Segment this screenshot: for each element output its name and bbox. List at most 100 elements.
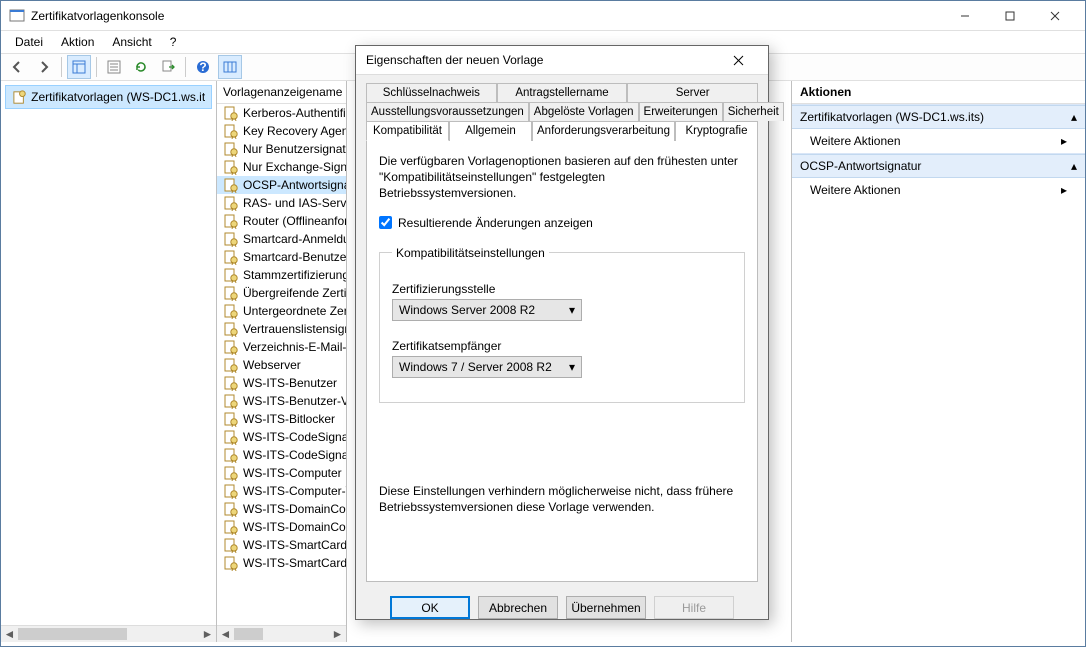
ca-select-value: Windows Server 2008 R2	[399, 303, 535, 317]
list-item-label: Vertrauenslistensign	[243, 322, 346, 336]
list-item[interactable]: Stammzertifizierung	[217, 266, 346, 284]
scroll-right-icon[interactable]: ►	[199, 626, 216, 642]
list-item[interactable]: Untergeordnete Zert	[217, 302, 346, 320]
menu-file[interactable]: Datei	[7, 33, 51, 51]
export-icon[interactable]	[156, 55, 180, 79]
list-item-label: Nur Benutzersignatu	[243, 142, 346, 156]
list-item[interactable]: Verzeichnis-E-Mail-R	[217, 338, 346, 356]
compat-footer-note: Diese Einstellungen verhindern möglicher…	[379, 483, 745, 515]
list-column-header[interactable]: Vorlagenanzeigename	[217, 81, 346, 104]
list-item[interactable]: OCSP-Antwortsignat	[217, 176, 346, 194]
list-item-label: WS-ITS-Bitlocker	[243, 412, 335, 426]
list-item[interactable]: WS-ITS-Computer	[217, 464, 346, 482]
dialog-close-button[interactable]	[718, 46, 758, 74]
recipient-label: Zertifikatsempfänger	[392, 339, 732, 353]
recipient-select[interactable]: Windows 7 / Server 2008 R2 ▾	[392, 356, 582, 378]
list-item[interactable]: WS-ITS-DomainCon	[217, 500, 346, 518]
show-changes-checkbox-input[interactable]	[379, 216, 392, 229]
list-item[interactable]: Key Recovery Agent	[217, 122, 346, 140]
cert-icon	[223, 303, 239, 319]
list-item[interactable]: WS-ITS-Benutzer	[217, 374, 346, 392]
menu-help[interactable]: ?	[162, 33, 185, 51]
list-item[interactable]: WS-ITS-Benutzer-V2	[217, 392, 346, 410]
apply-button[interactable]: Übernehmen	[566, 596, 646, 619]
refresh-icon[interactable]	[129, 55, 153, 79]
list-item[interactable]: Nur Exchange-Signa	[217, 158, 346, 176]
ok-button[interactable]: OK	[390, 596, 470, 619]
close-button[interactable]	[1032, 2, 1077, 30]
list-item[interactable]: WS-ITS-DomainCon	[217, 518, 346, 536]
window-title: Zertifikatvorlagenkonsole	[31, 9, 942, 23]
properties-dialog: Eigenschaften der neuen Vorlage Schlüsse…	[355, 45, 769, 620]
scroll-right-icon[interactable]: ►	[329, 626, 346, 642]
tab-server[interactable]: Server	[627, 83, 758, 102]
list-item[interactable]: WS-ITS-CodeSignatu	[217, 428, 346, 446]
toolbar-list-icon[interactable]	[102, 55, 126, 79]
toolbar-panes-icon[interactable]	[67, 55, 91, 79]
show-changes-checkbox[interactable]: Resultierende Änderungen anzeigen	[379, 216, 745, 230]
tab-antragstellername[interactable]: Antragstellername	[497, 83, 628, 102]
scroll-left-icon[interactable]: ◄	[1, 626, 18, 642]
list-item[interactable]: WS-ITS-Bitlocker	[217, 410, 346, 428]
list-item[interactable]: Smartcard-Anmeldu	[217, 230, 346, 248]
maximize-button[interactable]	[987, 2, 1032, 30]
toolbar-columns-icon[interactable]	[218, 55, 242, 79]
compat-intro-text: Die verfügbaren Vorlagenoptionen basiere…	[379, 153, 745, 202]
list-item[interactable]: Smartcard-Benutzer	[217, 248, 346, 266]
chevron-right-icon: ▸	[1061, 183, 1067, 197]
tab-anforderungsverarbeitung[interactable]: Anforderungsverarbeitung	[532, 121, 675, 141]
show-changes-label: Resultierende Änderungen anzeigen	[398, 216, 593, 230]
list-item-label: Untergeordnete Zert	[243, 304, 346, 318]
tree-hscrollbar[interactable]: ◄ ►	[1, 625, 216, 642]
cert-icon	[223, 105, 239, 121]
actions-more-link[interactable]: Weitere Aktionen▸	[792, 129, 1085, 153]
cert-icon	[223, 339, 239, 355]
list-item[interactable]: Webserver	[217, 356, 346, 374]
list-item[interactable]: Nur Benutzersignatu	[217, 140, 346, 158]
tab-erweiterungen[interactable]: Erweiterungen	[639, 102, 723, 121]
tab-kompatibilit-t[interactable]: Kompatibilität	[366, 121, 449, 141]
cert-icon	[223, 555, 239, 571]
list-item[interactable]: Kerberos-Authentifiz	[217, 104, 346, 122]
list-item-label: WS-ITS-Computer-V	[243, 484, 346, 498]
cert-icon	[223, 447, 239, 463]
list-item[interactable]: Vertrauenslistensign	[217, 320, 346, 338]
list-item[interactable]: WS-ITS-SmartCard_V	[217, 554, 346, 572]
actions-group-header[interactable]: OCSP-Antwortsignatur▴	[792, 154, 1085, 178]
tab-kryptografie[interactable]: Kryptografie	[675, 121, 758, 141]
list-hscrollbar[interactable]: ◄ ►	[217, 625, 346, 642]
menu-view[interactable]: Ansicht	[104, 33, 159, 51]
help-icon[interactable]: ?	[191, 55, 215, 79]
tab-sicherheit[interactable]: Sicherheit	[723, 102, 784, 121]
cert-icon	[223, 249, 239, 265]
list-item[interactable]: WS-ITS-CodeSignatu	[217, 446, 346, 464]
list-item[interactable]: Router (Offlineanfor	[217, 212, 346, 230]
menu-action[interactable]: Aktion	[53, 33, 102, 51]
list-item[interactable]: RAS- und IAS-Server	[217, 194, 346, 212]
tree-node-cert-templates[interactable]: Zertifikatvorlagen (WS-DC1.ws.its)	[5, 85, 212, 109]
tab-ausstellungsvoraussetzungen[interactable]: Ausstellungsvoraussetzungen	[366, 102, 529, 121]
actions-group-header[interactable]: Zertifikatvorlagen (WS-DC1.ws.its)▴	[792, 105, 1085, 129]
list-item-label: Webserver	[243, 358, 301, 372]
list-item[interactable]: WS-ITS-SmartCard	[217, 536, 346, 554]
ca-select[interactable]: Windows Server 2008 R2 ▾	[392, 299, 582, 321]
list-item-label: WS-ITS-CodeSignatu	[243, 430, 346, 444]
cert-icon	[223, 411, 239, 427]
tab-allgemein[interactable]: Allgemein	[449, 121, 532, 141]
list-item[interactable]: Übergreifende Zertif	[217, 284, 346, 302]
compat-settings-group: Kompatibilitätseinstellungen Zertifizier…	[379, 246, 745, 403]
cert-template-icon	[12, 89, 27, 105]
actions-more-link[interactable]: Weitere Aktionen▸	[792, 178, 1085, 202]
tab-abgel-ste-vorlagen[interactable]: Abgelöste Vorlagen	[529, 102, 639, 121]
tab-schl-sselnachweis[interactable]: Schlüsselnachweis	[366, 83, 497, 102]
forward-button[interactable]	[32, 55, 56, 79]
minimize-button[interactable]	[942, 2, 987, 30]
scroll-left-icon[interactable]: ◄	[217, 626, 234, 642]
list-item-label: WS-ITS-DomainCon	[243, 502, 346, 516]
window-titlebar: Zertifikatvorlagenkonsole	[1, 1, 1085, 31]
cancel-button[interactable]: Abbrechen	[478, 596, 558, 619]
list-item[interactable]: WS-ITS-Computer-V	[217, 482, 346, 500]
tree-node-label: Zertifikatvorlagen (WS-DC1.ws.its)	[31, 90, 205, 104]
back-button[interactable]	[5, 55, 29, 79]
cert-icon	[223, 393, 239, 409]
